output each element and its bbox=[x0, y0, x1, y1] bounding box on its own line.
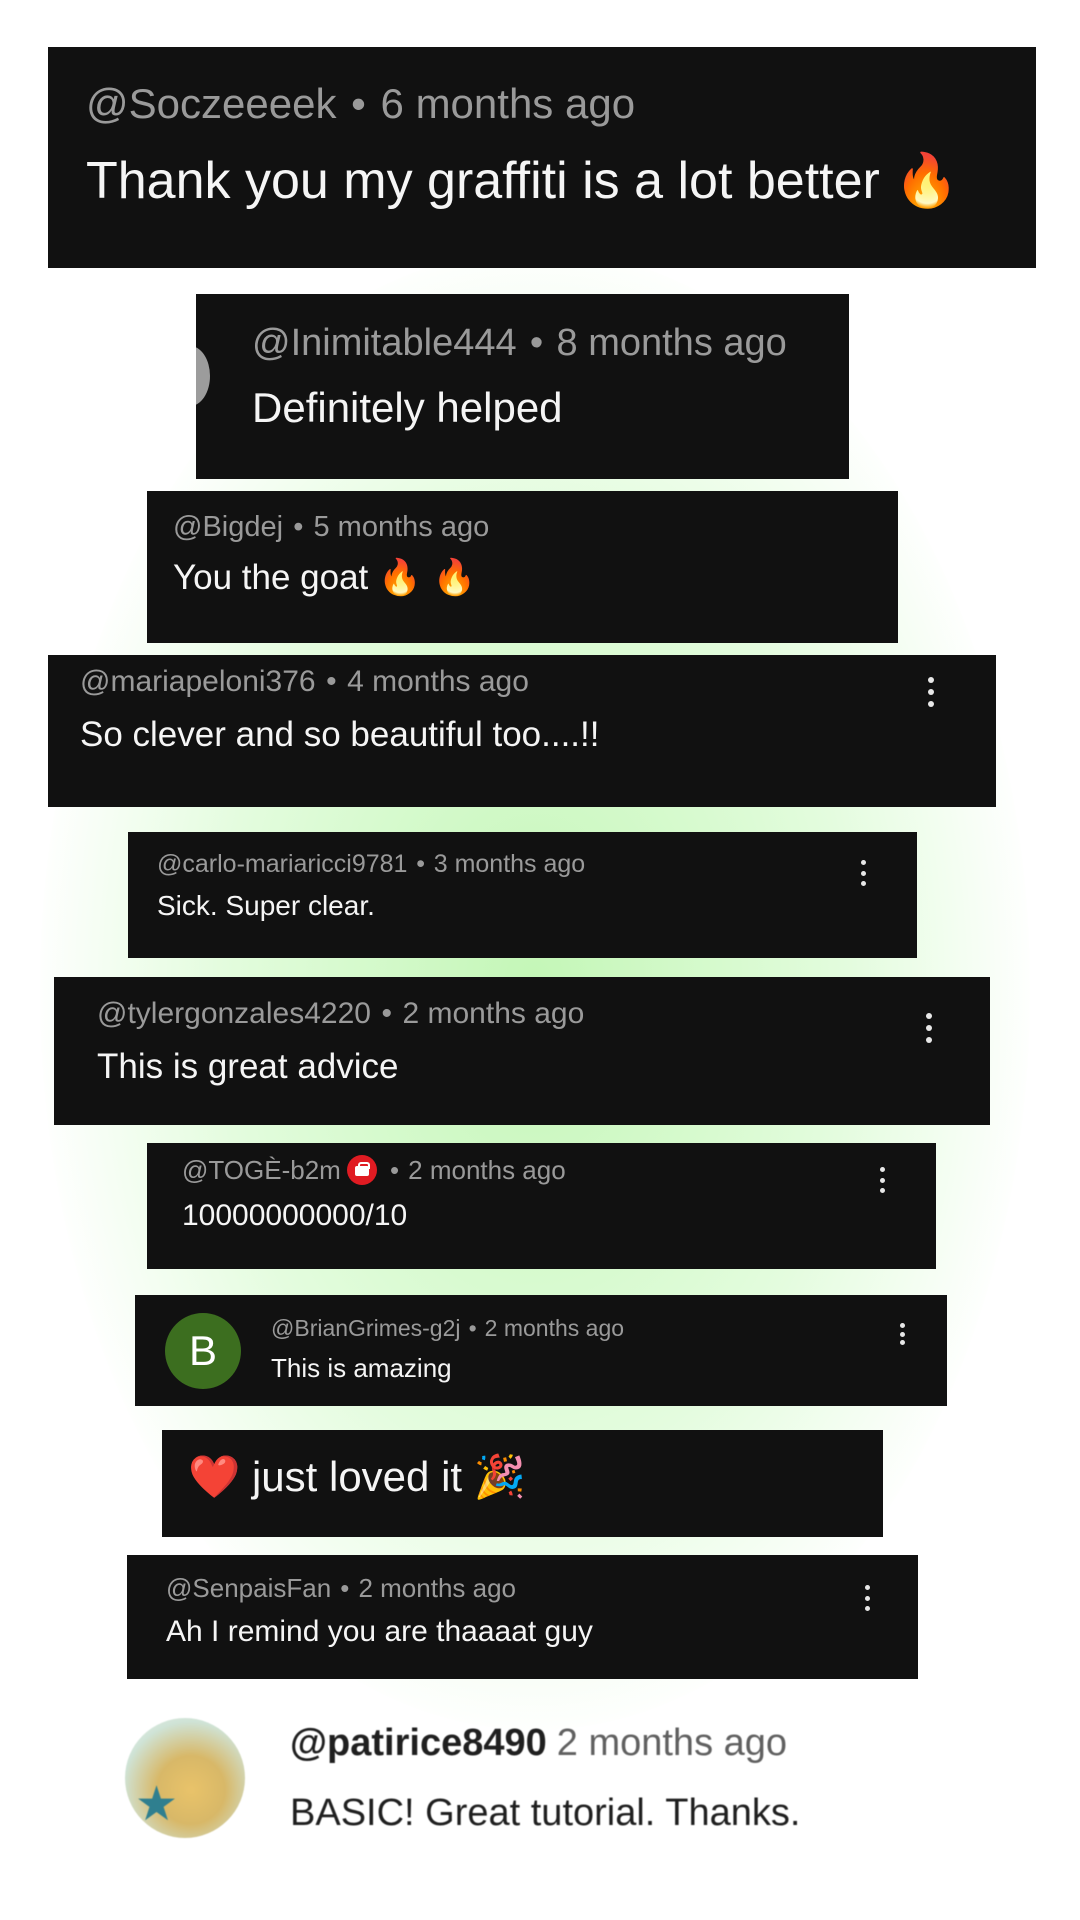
comment-author[interactable]: @tylergonzales4220 bbox=[97, 997, 371, 1030]
comment-author[interactable]: @Bigdej bbox=[173, 511, 283, 543]
comment-card: @Bigdej • 5 months ago You the goat 🔥 🔥 bbox=[147, 491, 898, 643]
comment-meta: @mariapeloni376 • 4 months ago bbox=[80, 665, 529, 698]
comment-card: B @BrianGrimes-g2j • 2 months ago This is … bbox=[135, 1295, 947, 1406]
comment-text: So clever and so beautiful too....!! bbox=[80, 715, 600, 754]
comment-time: 3 months ago bbox=[433, 850, 586, 878]
comment-time: 2 months ago bbox=[358, 1573, 517, 1603]
comment-card: @TOGÈ-b2m • 2 months ago 10000000000/10 bbox=[147, 1143, 936, 1269]
comment-meta: @Inimitable444 • 8 months ago bbox=[252, 322, 787, 364]
party-popper-emoji: 🎉 bbox=[473, 1452, 527, 1501]
comment-author[interactable]: @SenpaisFan bbox=[166, 1573, 331, 1603]
comment-text: This is great advice bbox=[97, 1047, 399, 1086]
comment-meta: @tylergonzales4220 • 2 months ago bbox=[97, 997, 585, 1030]
comment-time: 2 months ago bbox=[556, 1722, 788, 1764]
comment-card: @Inimitable444 • 8 months ago Definitely h… bbox=[196, 294, 849, 479]
gift-icon bbox=[346, 1155, 377, 1186]
comment-meta: @Soczeeeek • 6 months ago bbox=[86, 80, 636, 127]
comment-time: 6 months ago bbox=[380, 80, 636, 127]
comment-meta: @BrianGrimes-g2j • 2 months ago bbox=[271, 1315, 625, 1341]
more-options-icon[interactable] bbox=[897, 1323, 907, 1345]
fire-emoji: 🔥 🔥 bbox=[378, 558, 477, 598]
comment-author[interactable]: @mariapeloni376 bbox=[80, 665, 316, 698]
comment-author[interactable]: @Soczeeeek bbox=[86, 80, 336, 127]
comment-card: @mariapeloni376 • 4 months ago So clever a… bbox=[48, 655, 996, 807]
more-options-icon[interactable] bbox=[924, 1013, 934, 1043]
comment-text: BASIC! Great tutorial. Thanks. bbox=[290, 1792, 801, 1834]
comment-time: 4 months ago bbox=[347, 665, 529, 698]
comment-author[interactable]: @TOGÈ-b2m bbox=[182, 1155, 341, 1185]
starfish-icon: ★ bbox=[135, 1778, 179, 1831]
comment-author[interactable]: @Inimitable444 bbox=[252, 322, 517, 364]
comment-author[interactable]: @patirice8490 bbox=[290, 1722, 547, 1764]
comment-card: @carlo-mariaricci9781 • 3 months ago Sick.… bbox=[128, 832, 917, 958]
more-options-icon[interactable] bbox=[926, 677, 936, 707]
heart-emoji: ❤️ bbox=[188, 1452, 241, 1501]
avatar bbox=[196, 346, 210, 406]
comment-text: Sick. Super clear. bbox=[157, 890, 375, 921]
comment-meta: @TOGÈ-b2m • 2 months ago bbox=[182, 1155, 566, 1186]
avatar[interactable]: B bbox=[165, 1313, 241, 1389]
comment-time: 2 months ago bbox=[402, 997, 585, 1030]
comment-author[interactable]: @BrianGrimes-g2j bbox=[271, 1315, 461, 1341]
more-options-icon[interactable] bbox=[877, 1167, 887, 1193]
more-options-icon[interactable] bbox=[862, 1585, 872, 1611]
comment-text: Definitely helped bbox=[252, 384, 563, 431]
more-options-icon[interactable] bbox=[858, 860, 868, 886]
avatar[interactable]: ★ bbox=[125, 1718, 245, 1838]
comment-text: This is amazing bbox=[271, 1353, 452, 1383]
comment-author[interactable]: @carlo-mariaricci9781 bbox=[157, 850, 407, 878]
comment-card: @SenpaisFan • 2 months ago Ah I remind you… bbox=[127, 1555, 918, 1679]
comment-time: 5 months ago bbox=[313, 511, 490, 543]
comment-card: @tylergonzales4220 • 2 months ago This is … bbox=[54, 977, 990, 1125]
comment-time: 2 months ago bbox=[408, 1155, 566, 1185]
comment-meta: @carlo-mariaricci9781 • 3 months ago bbox=[157, 850, 586, 878]
comment-text: ❤️ just loved it 🎉 bbox=[188, 1452, 527, 1501]
comment-meta: @patirice8490 2 months ago bbox=[290, 1722, 787, 1765]
comment-text: 10000000000/10 bbox=[182, 1199, 408, 1232]
comment-meta: @Bigdej • 5 months ago bbox=[173, 511, 490, 543]
fire-emoji: 🔥 bbox=[894, 151, 960, 211]
comment-card: ❤️ just loved it 🎉 bbox=[162, 1430, 883, 1537]
comment-text: You the goat 🔥 🔥 bbox=[173, 558, 477, 598]
comment-meta: @SenpaisFan • 2 months ago bbox=[166, 1573, 517, 1603]
comment-time: 8 months ago bbox=[556, 322, 787, 364]
comment-time: 2 months ago bbox=[484, 1315, 625, 1341]
comment-text: Ah I remind you are thaaaat guy bbox=[166, 1615, 593, 1648]
comment-text: Thank you my graffiti is a lot better 🔥 bbox=[86, 151, 960, 211]
